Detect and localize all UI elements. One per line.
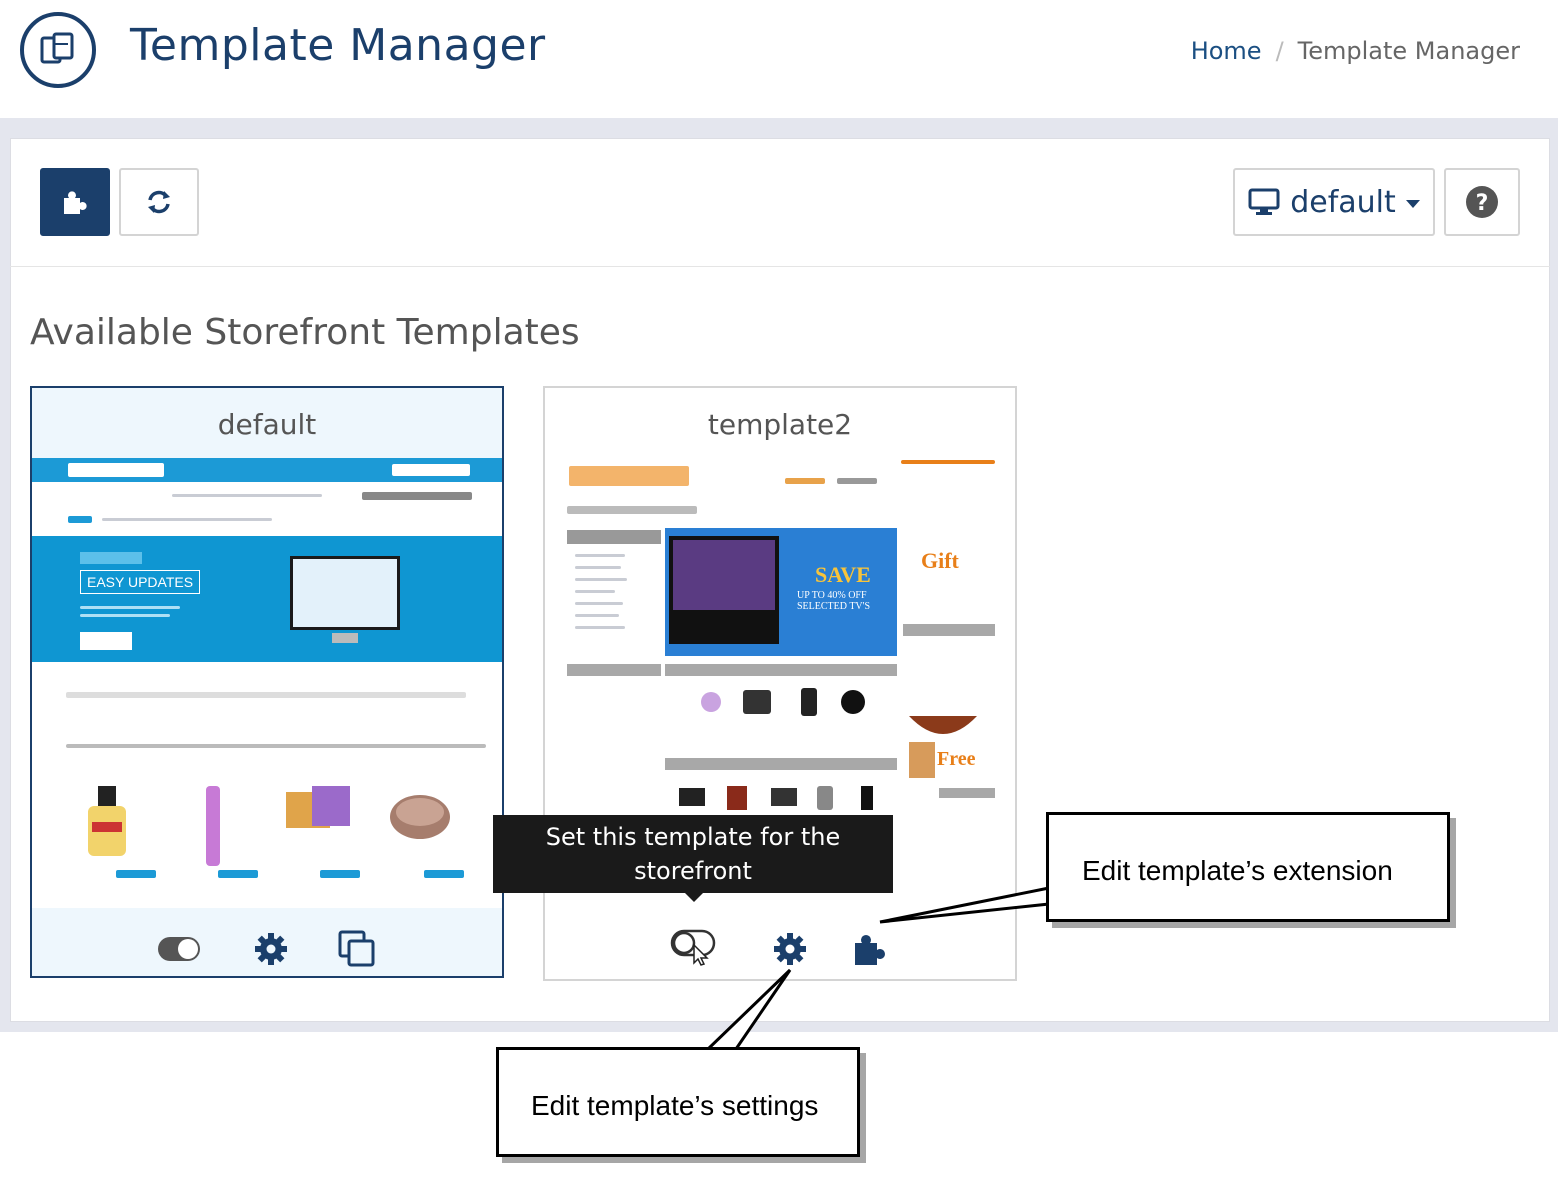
template-selector-label: default: [1290, 184, 1396, 220]
callout-edit-settings: Edit template’s settings: [496, 1047, 860, 1157]
preview-product-spray: [206, 786, 220, 866]
tooltip-arrow: [685, 893, 703, 902]
preview-line: [80, 606, 180, 609]
preview-line: [575, 590, 615, 593]
template-preview-default: EASY UPDATES: [32, 458, 502, 908]
puzzle-icon: [64, 191, 87, 214]
template-actions: [545, 918, 1015, 974]
preview-product-palette: [286, 786, 350, 828]
refresh-button[interactable]: [119, 168, 199, 236]
preview-hero: EASY UPDATES: [32, 536, 502, 662]
preview-banner: SAVE UP TO 40% OFF SELECTED TV'S: [665, 528, 897, 656]
template-card-default[interactable]: default EASY UPDATES: [30, 386, 504, 978]
preview-product-powder: [390, 795, 450, 839]
caret-down-icon: [1405, 200, 1420, 208]
preview-monitor: [290, 556, 400, 630]
preview-search: [392, 464, 470, 476]
preview-cart-button: [424, 870, 464, 878]
preview-hero-title: EASY UPDATES: [80, 570, 201, 594]
preview-gift: Gift: [921, 548, 959, 573]
storefront-toggle[interactable]: [156, 926, 202, 972]
preview-cart-button: [320, 870, 360, 878]
preview-featured-heading: [66, 744, 486, 748]
preview-line: [575, 626, 625, 629]
template-actions: [32, 918, 502, 974]
preview-line: [575, 602, 623, 605]
copy-icon: [338, 930, 375, 967]
preview-line: [172, 494, 322, 497]
preview-banner-headline: SAVE: [815, 562, 871, 587]
preview-line: [575, 578, 627, 581]
preview-categories-header: [567, 530, 661, 544]
preview-section-bar: [567, 664, 661, 676]
preview-product-row: [679, 786, 873, 810]
preview-logo: [569, 466, 689, 486]
template-manager-logo-icon: [20, 12, 96, 88]
tooltip-line-2: storefront: [634, 857, 752, 885]
preview-line: [837, 478, 877, 484]
preview-cart-button: [116, 870, 156, 878]
preview-section-bar: [665, 664, 897, 676]
section-title: Available Storefront Templates: [30, 312, 580, 353]
preview-line: [901, 460, 995, 464]
page-title: Template Manager: [130, 20, 546, 71]
preview-product-row: [701, 688, 865, 716]
preview-line: [567, 506, 697, 514]
gear-icon: [774, 933, 806, 965]
preview-features: [66, 692, 466, 698]
preview-monitor-stand: [332, 633, 358, 643]
preview-line: [575, 554, 625, 557]
breadcrumb: Home / Template Manager: [1191, 37, 1520, 65]
template-name: template2: [707, 408, 853, 441]
extensions-button[interactable]: [40, 168, 110, 236]
preview-free-banner: [909, 716, 977, 778]
template-name: default: [217, 408, 317, 441]
preview-banner-subline: UP TO 40% OFF SELECTED TV'S: [797, 590, 871, 612]
template-extension-button[interactable]: [847, 926, 893, 972]
preview-line: [575, 614, 619, 617]
template-selector-dropdown[interactable]: default: [1233, 168, 1435, 236]
template-settings-button[interactable]: [767, 926, 813, 972]
svg-text:?: ?: [1476, 191, 1489, 216]
puzzle-icon: [855, 935, 885, 965]
preview-line: [362, 492, 472, 500]
gear-icon: [255, 933, 287, 965]
preview-cart-button: [218, 870, 258, 878]
preview-line: [102, 518, 272, 521]
set-storefront-toggle[interactable]: [669, 926, 719, 972]
clone-template-button[interactable]: [334, 926, 380, 972]
preview-section-bar: [939, 788, 995, 798]
callout-edit-extension: Edit template’s extension: [1046, 812, 1450, 922]
preview-free: Free: [937, 748, 976, 770]
preview-line: [68, 516, 92, 523]
preview-hero-button: [80, 632, 132, 650]
preview-line: [785, 478, 825, 484]
breadcrumb-separator: /: [1275, 37, 1284, 65]
preview-tv: [669, 536, 779, 644]
preview-product-perfume: [88, 786, 126, 856]
desktop-icon: [1248, 188, 1280, 215]
tooltip-line-1: Set this template for the: [545, 823, 841, 851]
preview-logo: [68, 463, 164, 477]
toolbar-divider: [10, 266, 1550, 267]
preview-topbar: [32, 458, 502, 482]
preview-section-bar: [903, 624, 995, 636]
preview-section-bar: [665, 758, 897, 770]
preview-hero-tag: [80, 552, 142, 564]
preview-line: [575, 566, 621, 569]
toggle-on-icon: [158, 937, 200, 961]
template-settings-button[interactable]: [248, 926, 294, 972]
breadcrumb-home-link[interactable]: Home: [1191, 37, 1262, 65]
toggle-off-icon: [670, 929, 716, 966]
page-header: Template Manager Home / Template Manager: [0, 0, 1558, 118]
question-circle-icon: ?: [1466, 186, 1498, 218]
help-button[interactable]: ?: [1444, 168, 1520, 236]
set-storefront-tooltip: Set this template for the storefront: [493, 815, 893, 893]
refresh-icon: [148, 190, 170, 214]
breadcrumb-current: Template Manager: [1297, 37, 1520, 65]
preview-line: [80, 614, 170, 617]
